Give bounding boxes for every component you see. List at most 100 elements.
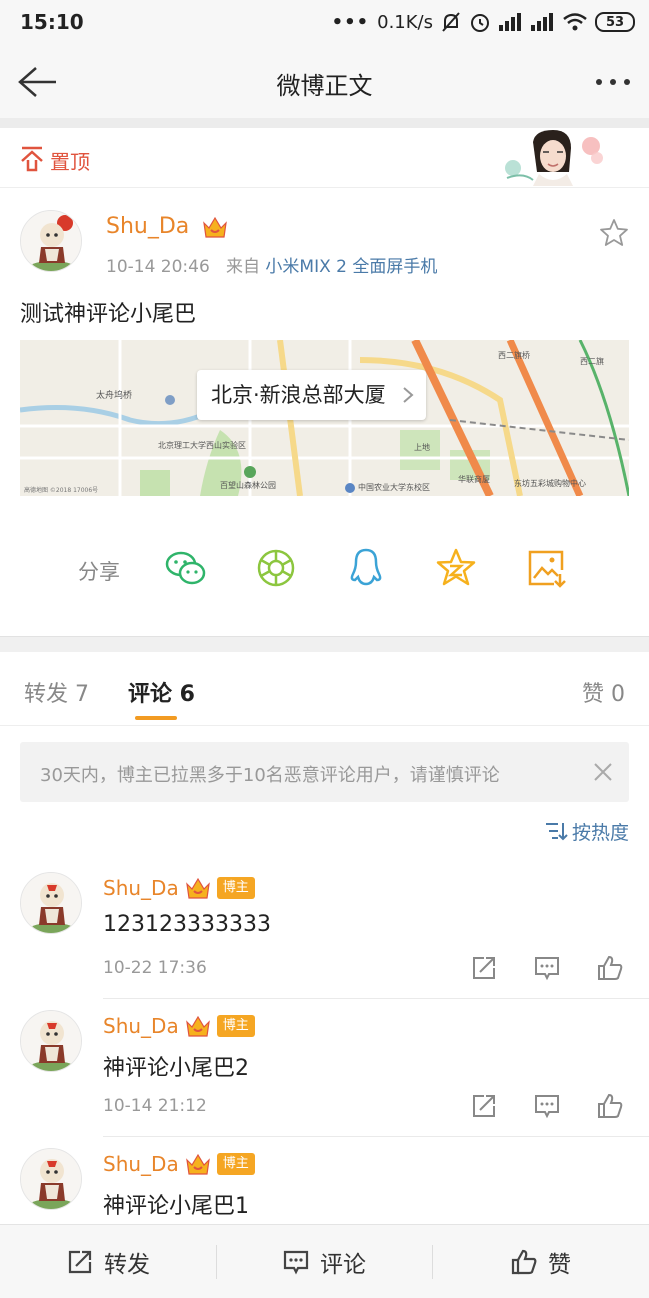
reply-comment-icon[interactable] (533, 1092, 561, 1120)
status-icons: ••• 0.1K/s 53 (332, 8, 635, 36)
commenter-avatar[interactable] (20, 1010, 82, 1072)
qzone-star-icon[interactable] (434, 546, 478, 590)
commenter-name-text[interactable]: Shu_Da (103, 1152, 179, 1176)
avatar-character-image (21, 1149, 81, 1209)
author-name[interactable]: Shu_Da (106, 214, 228, 239)
section-divider (0, 636, 649, 652)
location-map-card[interactable]: 太舟坞桥 北京理工大学西山实验区 百望山森林公园 中国农业大学东校区 西二旗桥 … (20, 340, 629, 496)
signal-icon (499, 13, 521, 31)
sort-icon (545, 823, 568, 841)
commenter-avatar[interactable] (20, 1148, 82, 1210)
comment-item: Shu_Da 博主 神评论小尾巴1 (0, 1148, 649, 1224)
post-text: 测试神评论小尾巴 (20, 302, 197, 327)
comment-time: 10-22 17:36 (103, 958, 207, 978)
commenter-name[interactable]: Shu_Da 博主 (103, 1014, 255, 1038)
mute-icon (442, 12, 460, 32)
battery-indicator: 53 (595, 12, 635, 32)
signal-icon-2 (531, 13, 553, 31)
repost-label: 转发 (104, 1252, 150, 1278)
repost-icon (68, 1250, 92, 1274)
map-label-4: 中国农业大学东校区 (358, 482, 430, 492)
decoration-portrait-image (505, 130, 603, 186)
commenter-name[interactable]: Shu_Da 博主 (103, 876, 255, 900)
author-avatar[interactable] (20, 210, 82, 272)
reply-comment-icon[interactable] (533, 954, 561, 982)
author-name-text[interactable]: Shu_Da (106, 214, 189, 239)
commenter-name-text[interactable]: Shu_Da (103, 876, 179, 900)
alarm-icon (471, 14, 489, 32)
repost-button[interactable]: 转发 (0, 1225, 216, 1298)
like-comment-icon[interactable] (596, 1092, 624, 1120)
qq-icon[interactable] (344, 546, 388, 590)
comment-notice: 30天内，博主已拉黑多于10名恶意评论用户，请谨慎评论 (20, 742, 629, 802)
post-meta: 10-14 20:46 来自 小米MIX 2 全面屏手机 (106, 252, 437, 277)
map-label-1: 太舟坞桥 (96, 389, 132, 401)
comment-button[interactable]: 评论 (216, 1225, 432, 1298)
like-thumb-icon (511, 1249, 537, 1275)
wifi-icon (563, 13, 587, 31)
share-row: 分享 (0, 540, 649, 600)
comment-label: 评论 (320, 1252, 366, 1278)
notice-text: 30天内，博主已拉黑多于10名恶意评论用户，请谨慎评论 (40, 765, 500, 786)
comment-icon (283, 1250, 309, 1275)
avatar-character-image (21, 211, 81, 271)
wechat-icon[interactable] (164, 546, 208, 590)
pin-top-icon (21, 146, 43, 172)
commenter-name-text[interactable]: Shu_Da (103, 1014, 179, 1038)
vip-crown-icon (203, 216, 228, 238)
map-label-8: 西二旗 (580, 356, 604, 366)
map-label-7: 东坊五彩城购物中心 (514, 478, 586, 488)
map-copyright: 高德地图 ©2018 17006号 (24, 486, 98, 494)
pin-bar: 置顶 (0, 128, 649, 188)
close-icon[interactable] (591, 760, 615, 784)
location-name: 北京·新浪总部大厦 (211, 383, 386, 407)
like-comment-icon[interactable] (596, 954, 624, 982)
map-label-2: 北京理工大学西山实验区 (158, 440, 246, 450)
chevron-right-icon (403, 387, 414, 403)
status-bar: 15:10 ••• 0.1K/s 53 (0, 0, 649, 46)
repost-comment-icon[interactable] (470, 954, 498, 982)
bottom-action-bar: 转发 评论 赞 (0, 1224, 649, 1298)
author-badge: 博主 (216, 1015, 255, 1037)
sort-label: 按热度 (571, 821, 629, 844)
vip-crown-icon (185, 877, 210, 899)
map-label-3: 百望山森林公园 (220, 480, 276, 490)
map-label-6: 华联商厦 (458, 474, 490, 484)
map-label-9: 上地 (414, 442, 430, 452)
repost-comment-icon[interactable] (470, 1092, 498, 1120)
tab-repost[interactable]: 转发 7 (24, 676, 89, 708)
author-badge: 博主 (216, 877, 255, 899)
comment-divider (103, 998, 649, 999)
more-options-icon[interactable] (593, 70, 633, 94)
active-tab-indicator (135, 716, 177, 720)
comment-item: Shu_Da 博主 123123333333 10-22 17:36 (0, 872, 649, 1010)
nav-bar: 微博正文 (0, 46, 649, 118)
save-image-icon[interactable] (524, 546, 568, 590)
commenter-avatar[interactable] (20, 872, 82, 934)
comment-text: 123123333333 (103, 912, 271, 937)
status-time: 15:10 (20, 10, 84, 34)
location-label[interactable]: 北京·新浪总部大厦 (197, 370, 426, 420)
comment-text: 神评论小尾巴2 (103, 1056, 249, 1081)
post-header: Shu_Da 10-14 20:46 来自 小米MIX 2 全面屏手机 (0, 188, 649, 288)
comment-time: 10-14 21:12 (103, 1096, 207, 1116)
favorite-star-icon[interactable] (599, 218, 629, 248)
like-label: 赞 (548, 1252, 571, 1278)
sort-by-hot-button[interactable]: 按热度 (544, 818, 629, 844)
comment-divider (103, 1136, 649, 1137)
commenter-name[interactable]: Shu_Da 博主 (103, 1152, 255, 1176)
map-label-5: 西二旗桥 (498, 350, 530, 360)
vip-crown-icon (185, 1153, 210, 1175)
moments-icon[interactable] (254, 546, 298, 590)
avatar-character-image (21, 873, 81, 933)
more-dots-icon: ••• (331, 11, 370, 33)
comment-text: 神评论小尾巴1 (103, 1194, 249, 1219)
tab-likes[interactable]: 赞 0 (582, 676, 625, 708)
post-time: 10-14 20:46 (106, 257, 210, 277)
tab-comments[interactable]: 评论 6 (128, 676, 195, 708)
like-button[interactable]: 赞 (432, 1225, 649, 1298)
share-label: 分享 (78, 560, 120, 584)
avatar-character-image (21, 1011, 81, 1071)
post-source-link[interactable]: 小米MIX 2 全面屏手机 (265, 257, 437, 277)
author-badge: 博主 (216, 1153, 255, 1175)
